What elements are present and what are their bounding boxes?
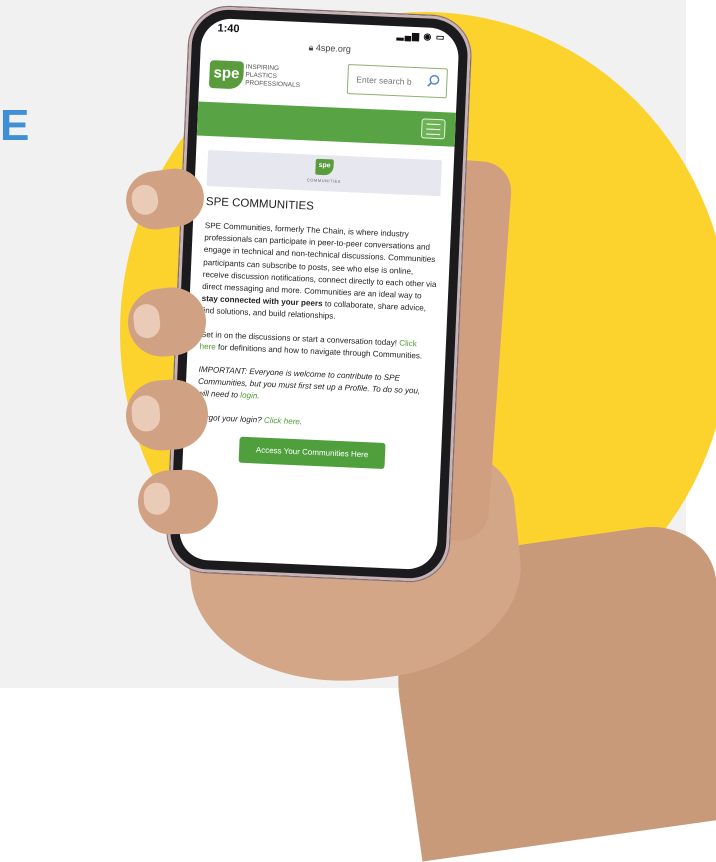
fingernail	[143, 482, 171, 516]
spe-logo[interactable]: spe	[208, 60, 245, 90]
forgot-login-paragraph: Forgot your login? Click here.	[196, 412, 303, 427]
url-text: 4spe.org	[315, 42, 352, 55]
communities-logo: spe	[315, 158, 334, 176]
cropped-heading-letter: E	[0, 101, 30, 150]
access-communities-button[interactable]: Access Your Communities Here	[238, 436, 386, 469]
login-link[interactable]: login	[240, 391, 257, 401]
search-input[interactable]	[354, 73, 425, 89]
communities-banner: spe COMMUNITIES	[206, 150, 442, 197]
status-time: 1:40	[217, 22, 240, 36]
forgot-login-link[interactable]: Click here	[264, 415, 300, 426]
hand-finger-pinky	[136, 468, 220, 536]
signal-wifi-battery-icon: ▂▄▆ ◉ ▭	[396, 30, 446, 43]
search-box[interactable]	[346, 64, 448, 99]
banner-caption: COMMUNITIES	[306, 177, 342, 184]
fingernail	[132, 302, 162, 340]
discussion-paragraph: Get in on the discussions or start a con…	[199, 329, 423, 361]
page-content: spe COMMUNITIES SPE COMMUNITIES SPE Comm…	[183, 136, 455, 472]
intro-paragraph: SPE Communities, formerly The Chain, is …	[200, 220, 437, 322]
search-icon[interactable]	[426, 73, 441, 88]
fingernail	[130, 394, 162, 433]
page-title: SPE COMMUNITIES	[205, 195, 315, 213]
phone-screen: 1:40 ▂▄▆ ◉ ▭ 🔒︎ 4spe.org spe INSPIRING P…	[178, 17, 460, 571]
lock-icon: 🔒︎	[308, 42, 314, 53]
logo-tagline: INSPIRING PLASTICS PROFESSIONALS	[244, 63, 301, 89]
important-paragraph: IMPORTANT: Everyone is welcome to contri…	[197, 364, 421, 401]
fingernail	[129, 183, 160, 217]
hamburger-menu-icon[interactable]	[420, 118, 446, 140]
